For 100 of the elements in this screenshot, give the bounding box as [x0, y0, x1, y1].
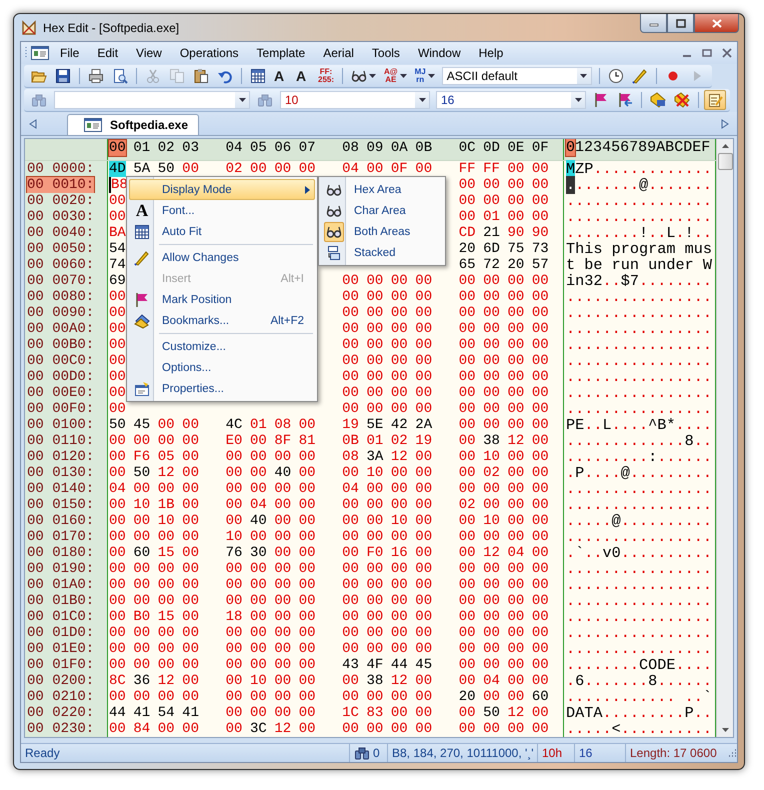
hex-byte: 00: [274, 577, 292, 593]
scroll-thumb[interactable]: [718, 153, 733, 170]
menu-item[interactable]: Stacked: [321, 242, 443, 263]
hex-byte: 00: [532, 289, 549, 305]
scroll-left-icon[interactable]: [29, 118, 37, 128]
hex-byte: 00: [507, 289, 524, 305]
char-text: ........!..L.!..: [566, 224, 712, 242]
hex-byte: 21: [483, 225, 500, 241]
hex-byte: 00: [390, 497, 408, 513]
hex-byte: 00: [483, 385, 500, 401]
tag-icon: [650, 92, 666, 108]
menu-item[interactable]: File: [52, 46, 86, 60]
toolbar-button[interactable]: MJ rn: [412, 66, 438, 86]
hex-byte: 40: [250, 513, 267, 529]
menu-item[interactable]: A Font...: [129, 200, 315, 221]
char-text: PE..L....^B*....: [566, 416, 712, 434]
hex-byte: 00: [458, 433, 476, 449]
menu-item[interactable]: Both Areas: [321, 221, 443, 242]
hex-byte: 4C: [226, 417, 242, 433]
hex-byte: 00: [298, 529, 316, 545]
char-text: ................: [566, 304, 712, 322]
menu-item[interactable]: Properties...: [129, 378, 315, 399]
column-header: 05: [250, 140, 267, 156]
hex-byte: 41: [182, 705, 199, 721]
hex-byte: 00: [532, 625, 549, 641]
menu-item[interactable]: View: [128, 46, 169, 60]
hex-byte: 00: [458, 209, 476, 225]
menu-item[interactable]: Allow Changes: [129, 247, 315, 268]
hex-byte: 00: [133, 625, 150, 641]
hex-byte: 00: [532, 465, 549, 481]
menu-item[interactable]: Tools: [364, 46, 407, 60]
hex-byte: 00: [366, 337, 384, 353]
toolbar-button[interactable]: A: [293, 66, 313, 86]
dropdown-field[interactable]: ASCII default: [442, 66, 592, 84]
menu-item[interactable]: Hex Area: [321, 179, 443, 200]
hex-byte: 00: [532, 401, 549, 417]
hex-byte: 00: [415, 561, 432, 577]
hex-byte: 00: [507, 305, 524, 321]
menu-item[interactable]: Options...: [129, 357, 315, 378]
menu-item[interactable]: Window: [410, 46, 468, 60]
hex-byte: 8F: [274, 433, 292, 449]
menu-item[interactable]: Mark Position: [129, 289, 315, 310]
hex-byte: 00: [182, 641, 199, 657]
hex-byte: 50: [483, 705, 500, 721]
status-label: Length: 17 0600: [630, 746, 717, 760]
menu-item[interactable]: Char Area: [321, 200, 443, 221]
toolbar-button[interactable]: FF: 255:: [315, 66, 338, 86]
hex-byte: 00: [226, 689, 242, 705]
menu-item[interactable]: Edit: [89, 46, 126, 60]
menu-label: Both Areas: [354, 226, 412, 238]
hex-byte: 00: [182, 721, 199, 737]
dropdown-field[interactable]: 16: [436, 90, 586, 108]
hex-byte: 00: [109, 289, 126, 305]
scrollbar[interactable]: [716, 139, 733, 737]
menu-item[interactable]: Bookmarks... Alt+F2: [129, 310, 315, 331]
hex-byte: 00: [532, 561, 549, 577]
scroll-right-icon[interactable]: [721, 118, 729, 128]
char-text: ................: [566, 192, 712, 210]
menu-item[interactable]: Display Mode: [129, 179, 315, 200]
maximize-button[interactable]: [667, 14, 694, 33]
hex-byte: 00: [342, 561, 359, 577]
hex-byte: 10: [250, 673, 267, 689]
menu-item[interactable]: Help: [470, 46, 510, 60]
document-tab[interactable]: Softpedia.exe: [67, 114, 200, 135]
hex-byte: 00: [158, 625, 175, 641]
hex-byte: 00: [298, 721, 316, 737]
char-text: .....@..........: [566, 512, 712, 530]
hex-byte: 00: [415, 305, 432, 321]
hex-byte: 00: [415, 481, 432, 497]
hex-byte: 00: [109, 577, 126, 593]
hex-byte: 00: [483, 481, 500, 497]
hex-byte: 00: [532, 305, 549, 321]
app-icon: [21, 20, 37, 36]
toolbar-button[interactable]: A: [271, 66, 291, 86]
menu-item[interactable]: Operations: [172, 46, 246, 60]
status-label: 10h: [542, 746, 562, 760]
hex-byte: 00: [458, 321, 476, 337]
hex-byte: 00: [458, 657, 476, 673]
minimize-button[interactable]: [640, 14, 667, 33]
hex-byte: 00: [133, 561, 150, 577]
menu-label: Auto Fit: [162, 226, 203, 238]
hex-byte: 00: [342, 689, 359, 705]
hex-byte: 00: [250, 641, 267, 657]
close-button[interactable]: [694, 14, 739, 33]
dropdown-field[interactable]: 10: [280, 90, 430, 108]
char-column-header: 0123456789ABCDEF: [566, 139, 710, 156]
hex-byte: 00: [458, 417, 476, 433]
hex-byte: 00: [298, 705, 316, 721]
menu-item[interactable]: Aerial: [315, 46, 361, 60]
hex-byte: 00: [507, 417, 524, 433]
menu-item[interactable]: Customize...: [129, 336, 315, 357]
dropdown-field[interactable]: [54, 90, 250, 108]
hex-byte: 00: [458, 721, 476, 737]
offset-label: 00 0080:: [27, 289, 94, 305]
menu-item[interactable]: Auto Fit: [129, 221, 315, 242]
toolbar-button[interactable]: A@ AE: [381, 66, 410, 86]
hex-byte: 00: [182, 561, 199, 577]
hex-byte: 00: [133, 689, 150, 705]
hex-byte: 00: [532, 673, 549, 689]
menu-item[interactable]: Template: [248, 46, 312, 60]
